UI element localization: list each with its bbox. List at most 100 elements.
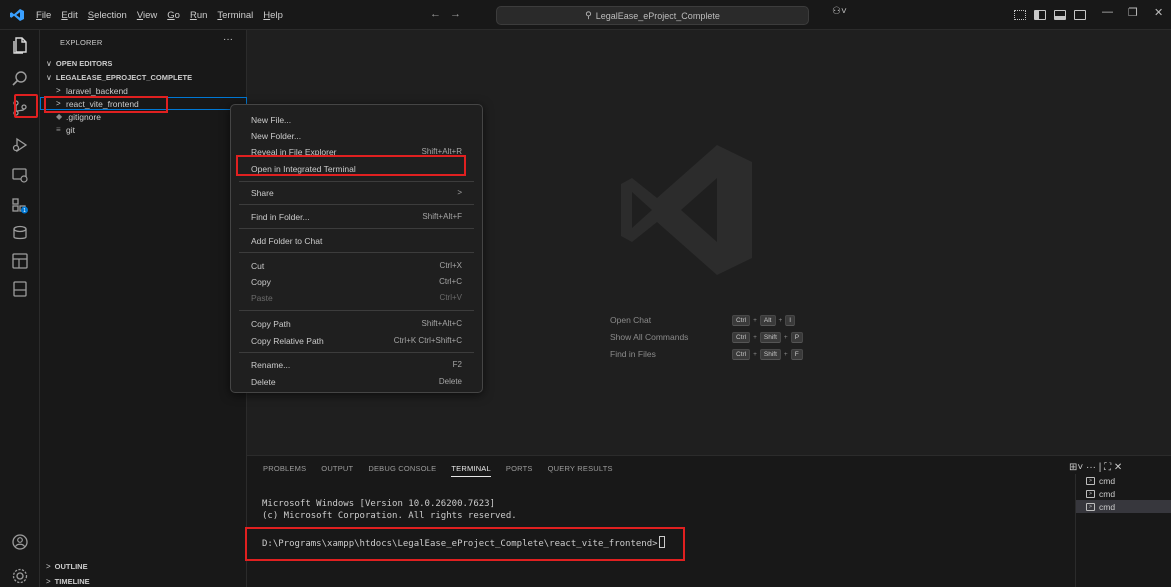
terminal-instance-active[interactable]: > cmd (1076, 500, 1171, 513)
key-cap: P (790, 332, 804, 343)
run-debug-icon[interactable] (11, 136, 29, 154)
timeline-section[interactable]: > TIMELINE (40, 574, 247, 587)
menu-terminal[interactable]: Terminal (217, 10, 253, 21)
menu-item-shortcut: Shift+Alt+R (421, 147, 462, 156)
svg-text:1: 1 (23, 208, 26, 214)
workspace-label: LEGALEASE_EPROJECT_COMPLETE (55, 72, 193, 82)
testing-icon[interactable] (11, 252, 29, 270)
menu-item-delete[interactable]: Delete Delete (231, 373, 482, 390)
shortcut-open-chat-label: Open Chat (610, 315, 652, 325)
key-cap: Shift (759, 349, 781, 360)
menu-item-label: Cut (251, 260, 265, 271)
menu-item-rename[interactable]: Rename... F2 (231, 356, 482, 373)
key-cap: F (790, 349, 803, 360)
menu-item-new-folder[interactable]: New Folder... (231, 127, 482, 144)
shortcut-show-commands-label: Show All Commands (610, 332, 689, 342)
terminal-cursor (658, 536, 665, 548)
tree-item-label: git (66, 124, 75, 135)
command-center-search[interactable]: ⚲ LegalEase_eProject_Complete (496, 6, 809, 25)
copilot-icon[interactable]: ⚇˅ (832, 6, 847, 17)
remote-explorer-icon[interactable] (11, 166, 29, 184)
menu-item-copy-relative-path[interactable]: Copy Relative Path Ctrl+K Ctrl+Shift+C (231, 332, 482, 349)
menu-item-share[interactable]: Share > (231, 184, 482, 201)
database-icon[interactable] (11, 224, 29, 242)
key-cap: Ctrl (732, 349, 751, 360)
menu-item-open-integrated-terminal[interactable]: Open in Integrated Terminal (231, 160, 482, 177)
panel-actions[interactable]: ⊞˅ ··· | ⛶ ✕ (1069, 462, 1122, 473)
menu-bar: File Edit Selection View Go Run Terminal Help (36, 0, 293, 30)
more-actions-icon[interactable]: ··· (223, 34, 233, 45)
shortcut-find-files-label: Find in Files (610, 349, 656, 359)
menu-separator (239, 310, 474, 311)
toggle-secondary-sidebar-icon[interactable] (1074, 10, 1086, 20)
arrow-right-icon[interactable]: → (450, 8, 461, 20)
key-cap: I (785, 315, 796, 326)
chevron-right-icon: > (46, 561, 51, 571)
tree-item-laravel-backend[interactable]: > laravel_backend (40, 84, 247, 97)
command-center-text: LegalEase_eProject_Complete (595, 10, 720, 21)
vscode-logo-icon (10, 9, 24, 21)
customize-layout-icon[interactable] (1014, 10, 1026, 20)
menu-label-rest: elp (270, 9, 283, 21)
menu-view[interactable]: View (137, 10, 157, 21)
menu-item-copy[interactable]: Copy Ctrl+C (231, 273, 482, 290)
menu-item-shortcut: Delete (438, 377, 462, 386)
arrow-left-icon[interactable]: ← (430, 8, 441, 20)
tab-output[interactable]: OUTPUT (321, 464, 353, 477)
menu-edit[interactable]: Edit (61, 10, 77, 21)
terminal-prompt-line[interactable]: D:\Programs\xampp\htdocs\LegalEase_eProj… (262, 536, 665, 549)
open-editors-section[interactable]: ∨ OPEN EDITORS (40, 56, 247, 70)
menu-item-label: Delete (251, 376, 276, 387)
tab-ports[interactable]: PORTS (506, 464, 533, 477)
restore-icon[interactable]: ❐ (1128, 6, 1138, 19)
files-icon[interactable] (11, 36, 29, 54)
chevron-right-icon: > (56, 99, 61, 108)
menu-separator (239, 352, 474, 353)
terminal-line: (c) Microsoft Corporation. All rights re… (262, 511, 517, 521)
tree-item-label: .gitignore (66, 111, 101, 122)
menu-item-add-folder-to-chat[interactable]: Add Folder to Chat (231, 232, 482, 249)
menu-go[interactable]: Go (167, 10, 180, 21)
title-bar: File Edit Selection View Go Run Terminal Help ←… (0, 0, 1171, 30)
menu-item-copy-path[interactable]: Copy Path Shift+Alt+C (231, 315, 482, 332)
notebook-icon[interactable] (11, 280, 29, 298)
menu-mnemonic: G (167, 9, 175, 21)
toggle-panel-icon[interactable] (1054, 10, 1066, 20)
menu-run[interactable]: Run (190, 10, 207, 21)
terminal-instance[interactable]: > cmd (1076, 487, 1171, 500)
tab-debug-console[interactable]: DEBUG CONSOLE (368, 464, 436, 477)
minimize-icon[interactable]: — (1102, 6, 1113, 18)
settings-gear-icon[interactable] (11, 567, 29, 585)
tab-query-results[interactable]: QUERY RESULTS (548, 464, 613, 477)
tab-problems[interactable]: PROBLEMS (263, 464, 306, 477)
menu-item-cut[interactable]: Cut Ctrl+X (231, 257, 482, 274)
workspace-section[interactable]: ∨ LEGALEASE_EPROJECT_COMPLETE (40, 70, 247, 84)
source-control-icon[interactable] (11, 99, 29, 117)
terminal-instance[interactable]: > cmd (1076, 474, 1171, 487)
chevron-down-icon: ∨ (46, 58, 52, 68)
menu-item-find-in-folder[interactable]: Find in Folder... Shift+Alt+F (231, 208, 482, 225)
tree-item-react-vite-frontend[interactable]: > react_vite_frontend (40, 97, 247, 110)
menu-separator (239, 228, 474, 229)
terminal-list: > cmd > cmd > cmd (1075, 474, 1171, 587)
outline-label: OUTLINE (54, 561, 88, 571)
tab-terminal[interactable]: TERMINAL (451, 464, 491, 477)
toggle-sidebar-icon[interactable] (1034, 10, 1046, 20)
menu-help[interactable]: Help (263, 10, 283, 21)
search-icon[interactable] (11, 70, 29, 88)
menu-selection[interactable]: Selection (88, 10, 127, 21)
tree-item-git[interactable]: ≡ git (40, 123, 247, 136)
account-icon[interactable] (11, 533, 29, 551)
menu-item-new-file[interactable]: New File... (231, 111, 482, 128)
menu-item-shortcut: Shift+Alt+C (421, 319, 462, 328)
terminal-icon: > (1086, 502, 1095, 511)
close-icon[interactable]: ✕ (1154, 6, 1163, 19)
chevron-right-icon: > (56, 86, 61, 95)
extensions-icon[interactable]: 1 (11, 196, 29, 214)
tree-item-gitignore[interactable]: ◆ .gitignore (40, 110, 247, 123)
outline-section[interactable]: > OUTLINE (40, 559, 247, 573)
menu-file[interactable]: File (36, 10, 51, 21)
open-editors-label: OPEN EDITORS (55, 58, 113, 68)
menu-item-reveal-explorer[interactable]: Reveal in File Explorer Shift+Alt+R (231, 143, 482, 160)
menu-item-label: Share (251, 187, 274, 198)
